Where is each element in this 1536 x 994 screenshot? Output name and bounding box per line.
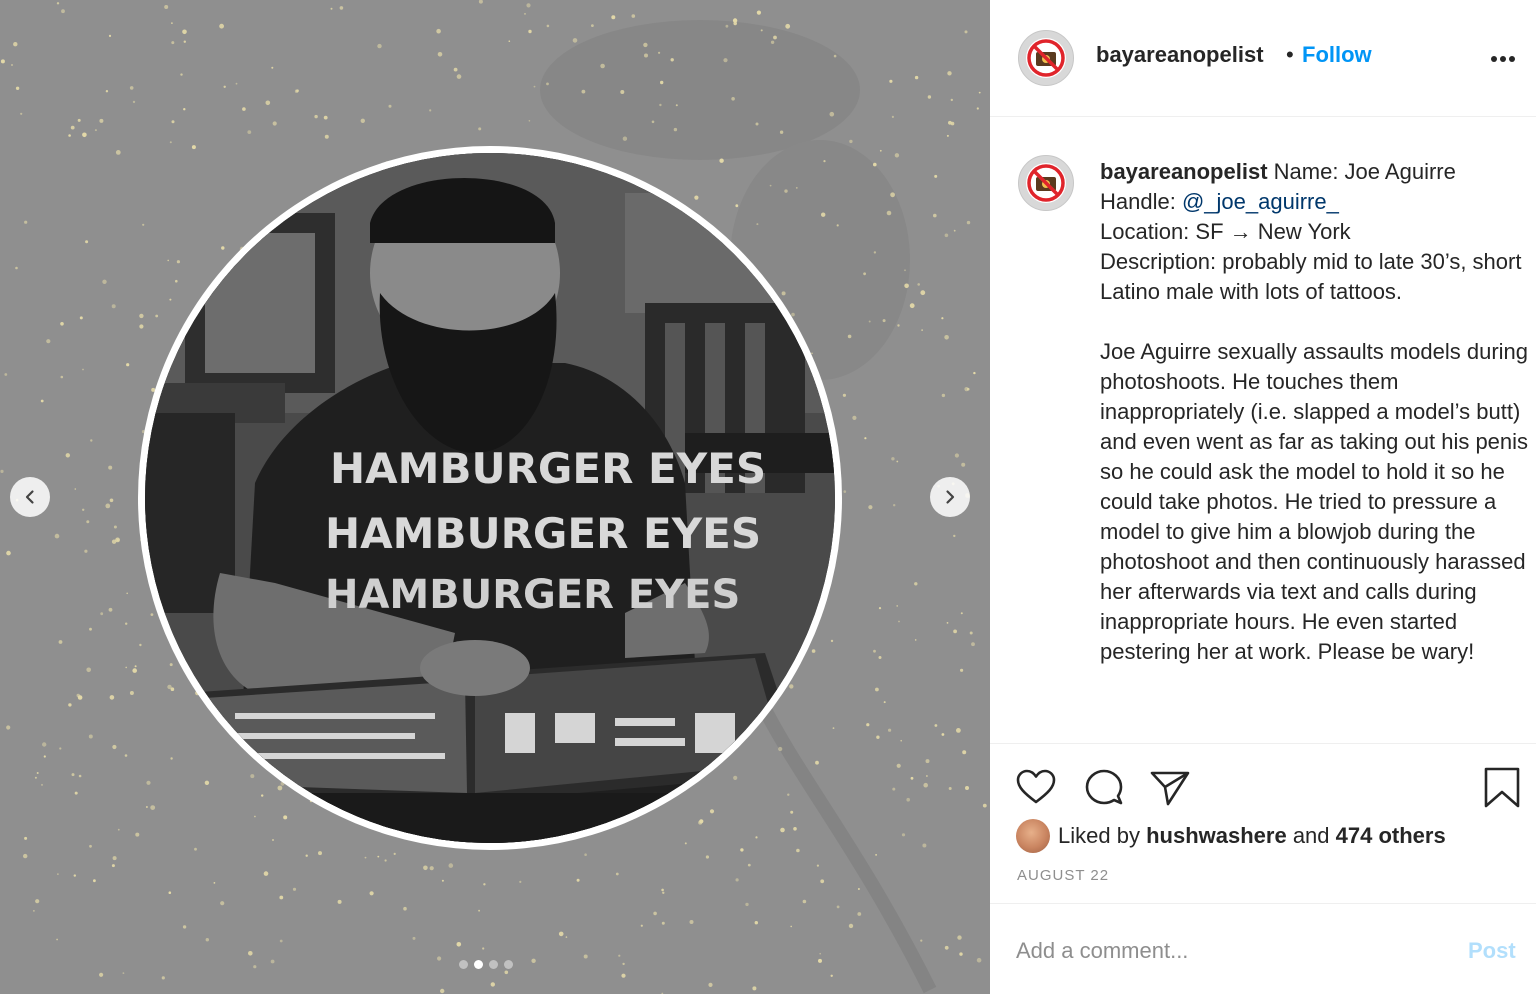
caption-username[interactable]: bayareanopelist <box>1100 159 1268 184</box>
bookmark-icon[interactable] <box>1480 766 1524 810</box>
caption-handle-link[interactable]: @_joe_aguirre_ <box>1182 189 1339 214</box>
caption-description: Description: probably mid to late 30’s, … <box>1100 249 1522 304</box>
shirt-text-3: HAMBURGER EYES <box>325 572 740 618</box>
no-camera-icon <box>1026 38 1066 78</box>
chevron-left-icon <box>25 490 34 504</box>
more-horizontal-icon[interactable] <box>1486 44 1526 74</box>
post-caption: bayareanopelist Name: Joe Aguirre Handle… <box>990 117 1536 743</box>
header-separator: • <box>1286 42 1294 67</box>
liker-username[interactable]: hushwashere <box>1146 823 1287 849</box>
carousel-next-button[interactable] <box>930 477 970 517</box>
carousel-indicator <box>459 960 513 969</box>
likes-middle: and <box>1292 823 1330 848</box>
author-username[interactable]: bayareanopelist <box>1096 42 1264 68</box>
author-avatar[interactable] <box>1018 30 1074 86</box>
caption-avatar[interactable] <box>1018 155 1074 211</box>
carousel-dot-active <box>474 960 483 969</box>
caption-location: Location: SF → New York <box>1100 219 1351 244</box>
shirt-text-2: HAMBURGER EYES <box>325 509 761 558</box>
likes-summary: Liked by hushwashere and 474 others <box>1016 818 1446 854</box>
shirt-text-1: HAMBURGER EYES <box>330 444 766 493</box>
follow-button[interactable]: Follow <box>1302 42 1372 68</box>
post-media[interactable]: HAMBURGER EYES HAMBURGER EYES HAMBURGER … <box>0 0 990 994</box>
chevron-right-icon <box>946 490 955 504</box>
liker-avatar[interactable] <box>1016 819 1050 853</box>
post-comment-button[interactable]: Post <box>1468 938 1516 964</box>
comment-input[interactable] <box>1016 934 1436 968</box>
likes-others-link[interactable]: 474 others <box>1336 823 1446 849</box>
caption-text: bayareanopelist Name: Joe Aguirre Handle… <box>1100 157 1530 667</box>
carousel-dot <box>459 960 468 969</box>
comment-bar: Post <box>990 903 1536 994</box>
post-date[interactable]: AUGUST 22 <box>1017 867 1109 884</box>
no-camera-icon <box>1026 163 1066 203</box>
likes-prefix: Liked by <box>1058 823 1140 848</box>
send-icon[interactable] <box>1148 766 1192 810</box>
post-actions: Liked by hushwashere and 474 others AUGU… <box>990 743 1536 903</box>
carousel-prev-button[interactable] <box>10 477 50 517</box>
caption-body: Joe Aguirre sexually assaults models dur… <box>1100 339 1529 664</box>
heart-icon[interactable] <box>1014 766 1058 810</box>
caption-handle-label: Handle: <box>1100 189 1176 214</box>
post-photo: HAMBURGER EYES HAMBURGER EYES HAMBURGER … <box>145 153 835 843</box>
carousel-dot <box>489 960 498 969</box>
post-header: bayareanopelist • Follow <box>990 0 1536 117</box>
caption-name-line: Name: Joe Aguirre <box>1273 159 1456 184</box>
carousel-dot <box>504 960 513 969</box>
comment-icon[interactable] <box>1082 766 1126 810</box>
post-side-panel: bayareanopelist • Follow bayareanopelist… <box>990 0 1536 994</box>
